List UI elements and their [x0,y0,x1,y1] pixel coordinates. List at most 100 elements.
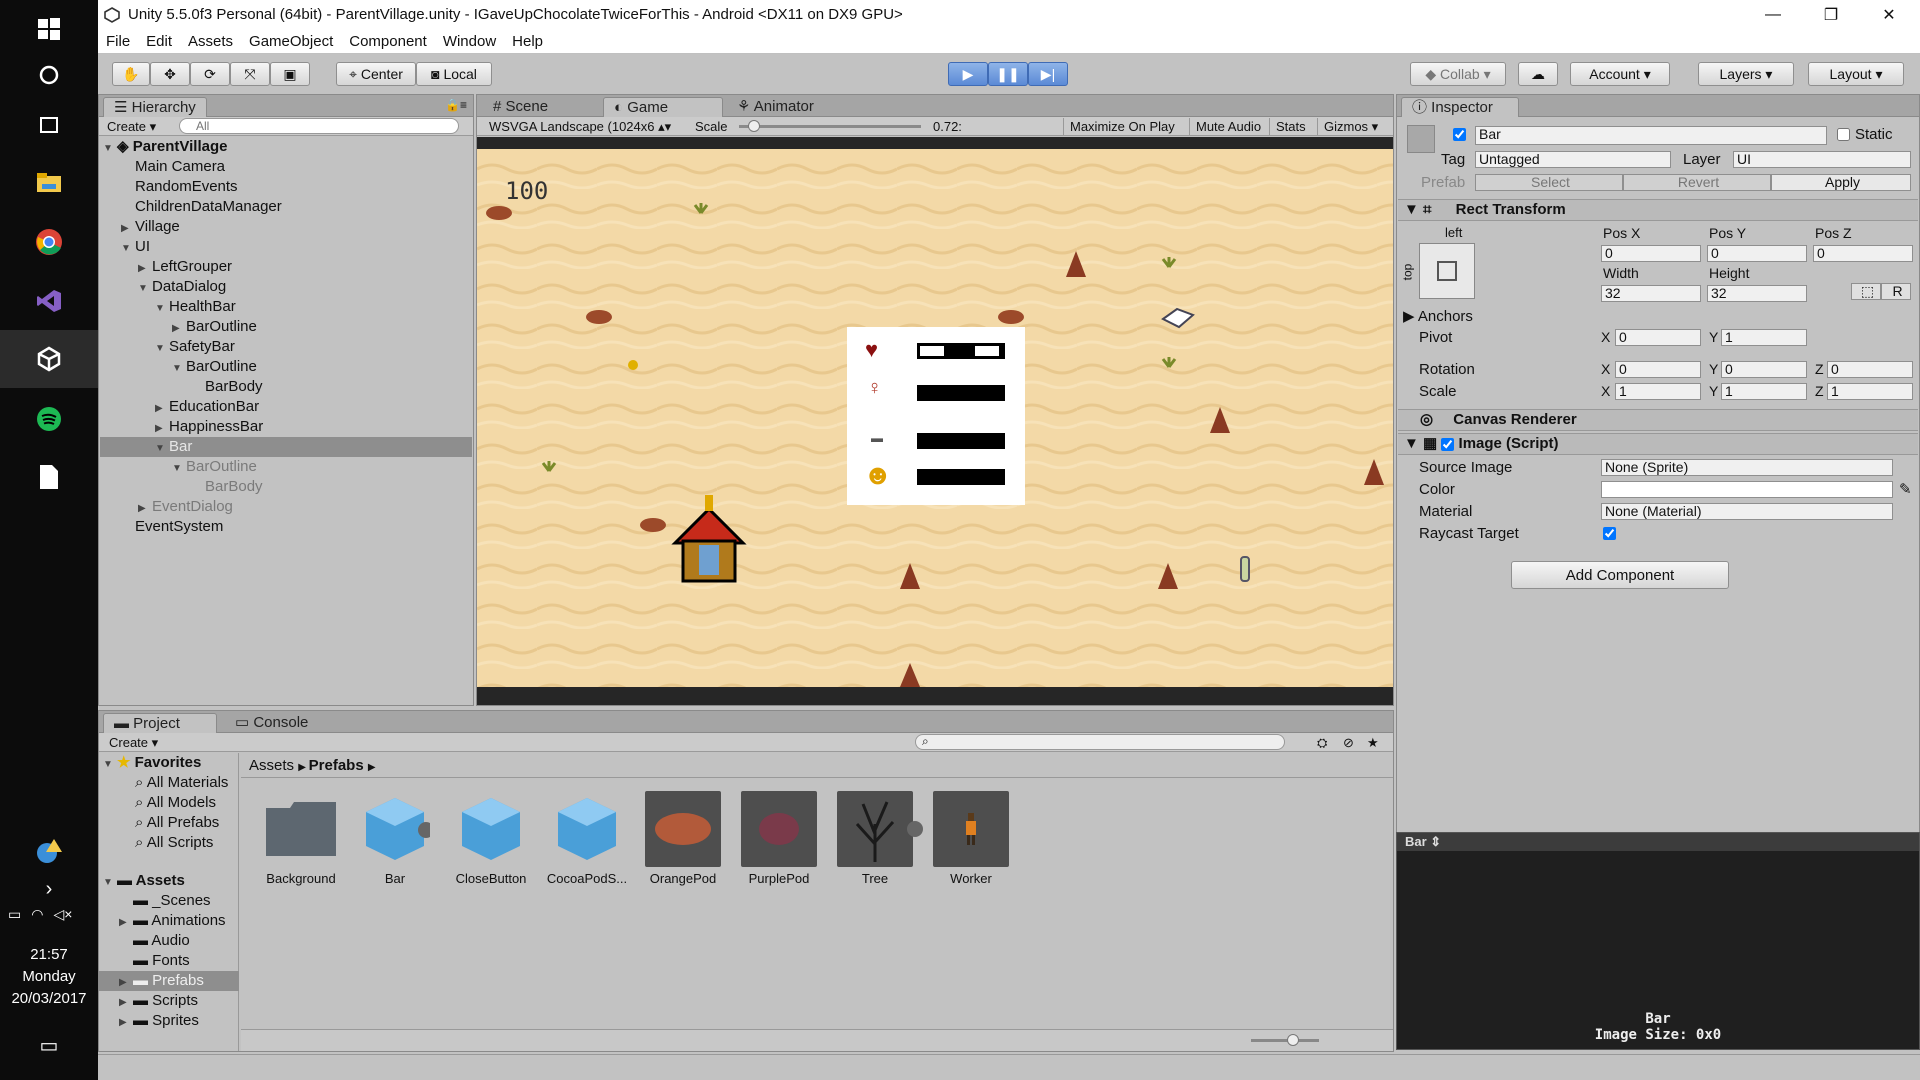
menu-window[interactable]: Window [435,33,504,50]
asset-bar[interactable]: Bar [349,791,441,886]
rect-transform-header[interactable]: ▼ ⌗ Rect Transform [1398,199,1918,221]
tab-animator[interactable]: ⚘ Animator [727,97,824,117]
asset-background[interactable]: Background [255,791,347,886]
tab-game[interactable]: ◐ Game [603,97,723,117]
menu-help[interactable]: Help [504,33,551,50]
project-create-button[interactable]: Create ▾ [103,734,164,751]
anchors-foldout[interactable]: ▶ Anchors [1403,307,1473,325]
mute-audio-toggle[interactable]: Mute Audio [1189,118,1267,135]
add-component-button[interactable]: Add Component [1511,561,1729,589]
tree-item-bar-outline[interactable]: ▼ BarOutline [172,357,257,377]
close-button[interactable]: ✕ [1860,0,1918,29]
folder-fonts[interactable]: ▬ Fonts [133,951,190,971]
tree-item-bar-outline-inactive[interactable]: ▼ BarOutline [172,457,257,477]
tree-item-safety-bar[interactable]: ▼ SafetyBar [155,337,235,357]
scene-root[interactable]: ▼ ◈ ParentVillage [103,137,227,157]
unity-icon[interactable] [0,330,98,388]
tree-item-happiness-bar[interactable]: ▶ HappinessBar [155,417,263,437]
filter-label-icon[interactable]: ⊘ [1337,734,1360,751]
game-canvas[interactable]: 100 ♥ ♀ ▬ ☻ [477,149,1393,687]
chrome-icon[interactable] [0,213,98,271]
eyedropper-icon[interactable]: ✎ [1899,480,1912,498]
height-field[interactable]: 32 [1707,285,1807,302]
hierarchy-search-input[interactable] [179,118,459,134]
tab-inspector[interactable]: ⓘ Inspector [1401,97,1519,117]
stats-toggle[interactable]: Stats [1269,118,1312,135]
static-checkbox[interactable] [1837,128,1850,141]
expand-arrow-icon[interactable] [907,821,923,837]
asset-purple-pod[interactable]: PurplePod [733,791,825,886]
asset-cocoa-pod-spawner[interactable]: CocoaPodS... [541,791,633,886]
folder-scenes[interactable]: ▬ _Scenes [133,891,211,911]
asset-orange-pod[interactable]: OrangePod [637,791,729,886]
breadcrumb-assets[interactable]: Assets [249,757,294,774]
rotation-x-field[interactable]: 0 [1615,361,1701,378]
favorite-star-icon[interactable]: ★ [1361,734,1385,751]
folder-scripts[interactable]: ▶ ▬ Scripts [119,991,198,1011]
tree-item-bar-body-inactive[interactable]: BarBody [205,477,263,497]
asset-close-button[interactable]: CloseButton [445,791,537,886]
maximize-on-play-toggle[interactable]: Maximize On Play [1063,118,1181,135]
tag-dropdown[interactable]: Untagged [1475,151,1671,168]
layer-dropdown[interactable]: UI [1733,151,1911,168]
rotation-z-field[interactable]: 0 [1827,361,1913,378]
pivot-y-field[interactable]: 1 [1721,329,1807,346]
pos-x-field[interactable]: 0 [1601,245,1701,262]
aspect-dropdown[interactable]: WSVGA Landscape (1024x6 ▴▾ [483,118,683,135]
tree-item-bar-selected[interactable]: ▼ Bar [155,437,192,457]
tree-item-data-dialog[interactable]: ▼ DataDialog [138,277,226,297]
image-script-header[interactable]: ▼ ▦ Image (Script) [1398,433,1918,455]
folder-animations[interactable]: ▶ ▬ Animations [119,911,226,931]
visual-studio-icon[interactable] [0,272,98,330]
file-explorer-icon[interactable] [0,154,98,212]
pivot-x-field[interactable]: 0 [1615,329,1701,346]
speaker-muted-icon[interactable]: ◁× [53,906,72,923]
tree-item-village[interactable]: ▶ Village [121,217,180,237]
preview-header[interactable]: Bar ⇕ [1397,833,1919,851]
menu-gameobject[interactable]: GameObject [241,33,341,50]
layers-dropdown[interactable]: Layers ▾ [1698,62,1794,86]
thumbnail-size-slider[interactable] [1251,1034,1319,1046]
wifi-icon[interactable]: ◠ [31,906,43,923]
prefab-select-button[interactable]: Select [1475,174,1623,191]
material-field[interactable]: None (Material) [1601,503,1893,520]
gizmos-dropdown[interactable]: Gizmos ▾ [1317,118,1384,135]
maximize-button[interactable]: ❐ [1802,0,1860,29]
tab-project[interactable]: ▬ Project [103,713,217,733]
rotate-tool-button[interactable]: ⟳ [190,62,230,86]
favorite-all-scripts[interactable]: ⌕ All Scripts [135,833,213,853]
tree-item-left-grouper[interactable]: ▶ LeftGrouper [138,257,232,277]
thumbnail-size-knob[interactable] [1287,1034,1299,1046]
scale-slider-knob[interactable] [747,120,760,132]
asset-worker[interactable]: Worker [925,791,1017,886]
tree-item-health-bar[interactable]: ▼ HealthBar [155,297,236,317]
anchor-presets-button[interactable] [1419,243,1475,299]
scale-y-field[interactable]: 1 [1721,383,1807,400]
tree-item-bar-body[interactable]: BarBody [205,377,263,397]
scale-x-field[interactable]: 1 [1615,383,1701,400]
hierarchy-create-button[interactable]: Create ▾ [101,118,162,135]
move-tool-button[interactable]: ✥ [150,62,190,86]
tab-hierarchy[interactable]: ☰ Hierarchy [103,97,207,117]
document-icon[interactable] [0,448,98,506]
width-field[interactable]: 32 [1601,285,1701,302]
folder-audio[interactable]: ▬ Audio [133,931,190,951]
object-name-field[interactable]: Bar [1475,126,1827,145]
spotify-icon[interactable] [0,390,98,448]
rect-tool-button[interactable]: ▣ [270,62,310,86]
scale-z-field[interactable]: 1 [1827,383,1913,400]
step-button[interactable]: ▶| [1028,62,1068,86]
scale-slider[interactable] [739,120,921,132]
tab-scene[interactable]: # Scene [483,97,558,117]
favorites-root[interactable]: ▼ ★ Favorites [103,753,201,773]
menu-assets[interactable]: Assets [180,33,241,50]
blueprint-mode-button[interactable]: ⬚ [1851,283,1881,300]
tree-item-event-system[interactable]: EventSystem [135,517,223,537]
game-viewport[interactable]: 100 ♥ ♀ ▬ ☻ [477,137,1393,705]
tree-item-children-data-manager[interactable]: ChildrenDataManager [135,197,282,217]
pause-button[interactable]: ❚❚ [988,62,1028,86]
raycast-target-checkbox[interactable] [1603,527,1616,540]
prefab-apply-button[interactable]: Apply [1771,174,1911,191]
pos-z-field[interactable]: 0 [1813,245,1913,262]
favorite-all-models[interactable]: ⌕ All Models [135,793,216,813]
